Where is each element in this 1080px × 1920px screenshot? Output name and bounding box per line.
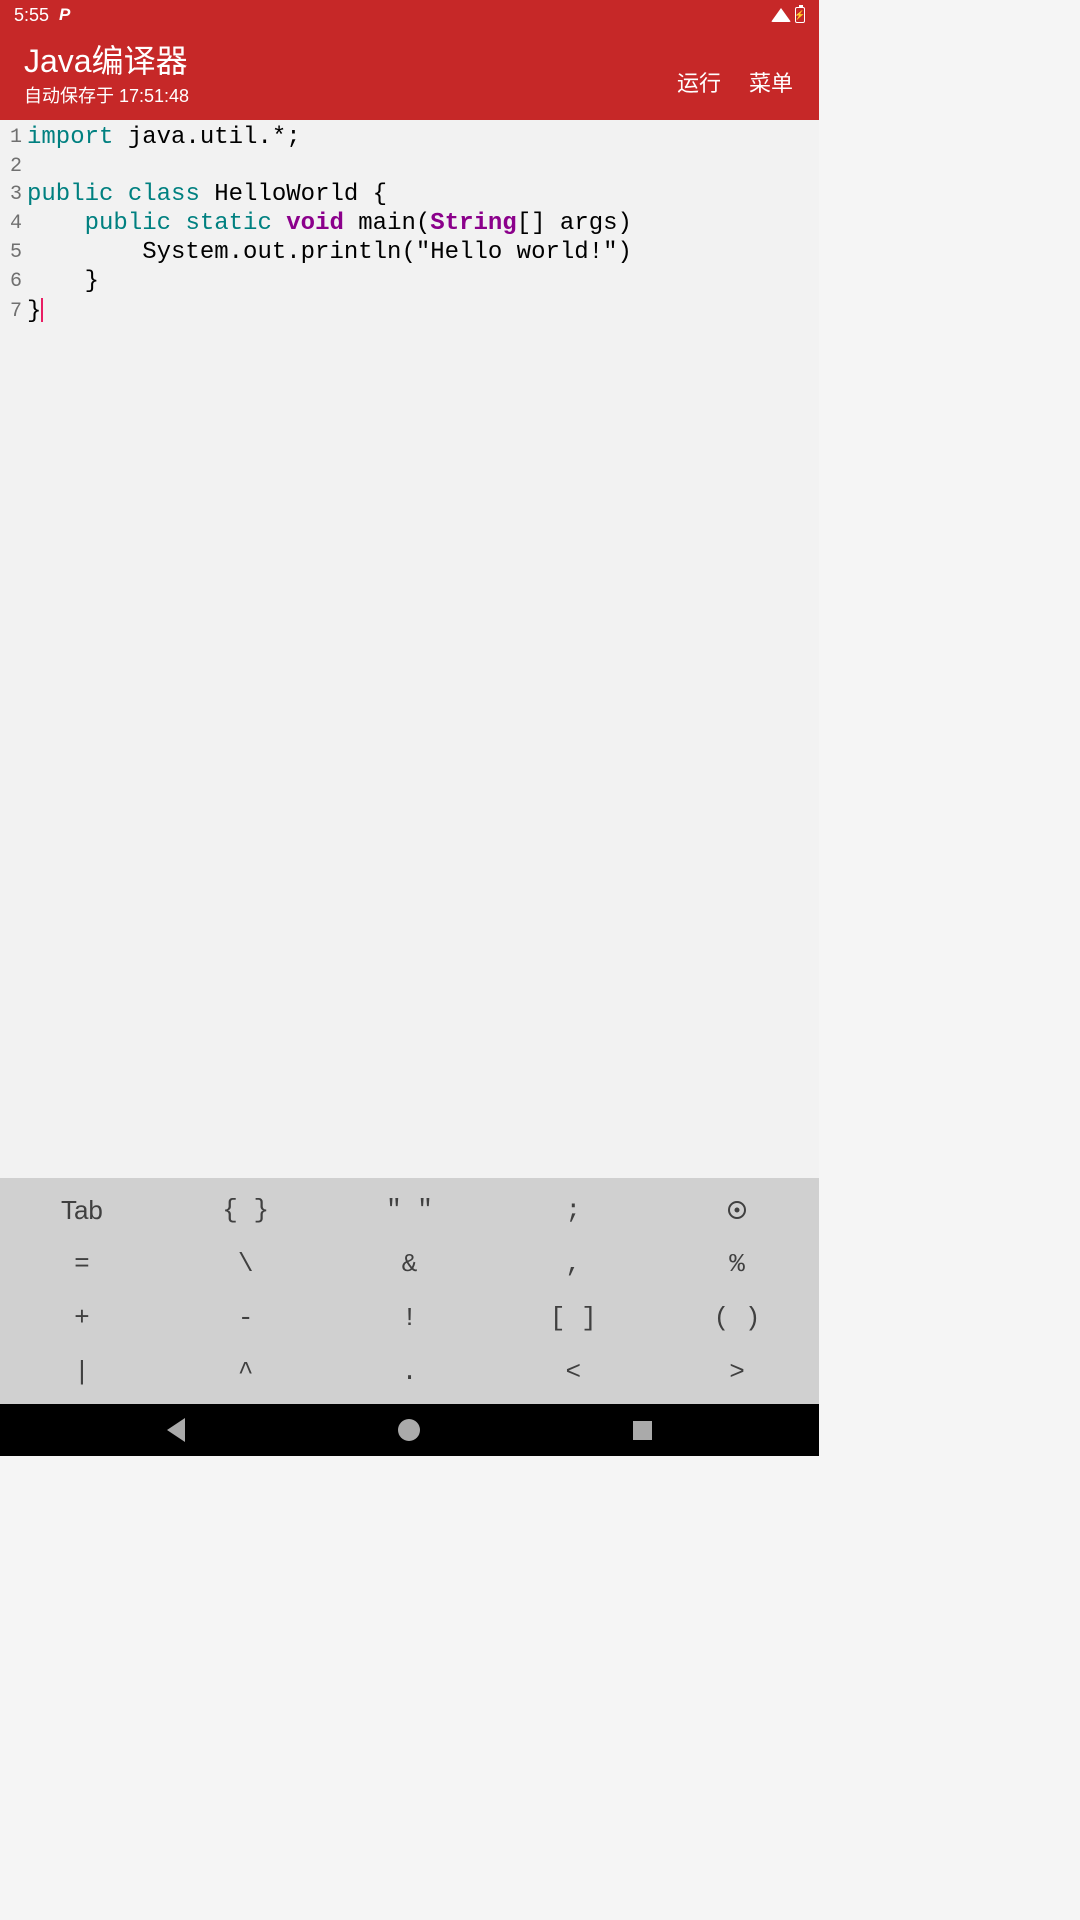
line-content[interactable]: } bbox=[22, 297, 43, 326]
nav-back-button[interactable] bbox=[167, 1418, 185, 1442]
line-content[interactable]: System.out.println("Hello world!") bbox=[22, 238, 632, 267]
line-number: 7 bbox=[0, 297, 22, 326]
symbol-row: |^.<> bbox=[0, 1345, 819, 1399]
line-number: 6 bbox=[0, 267, 22, 296]
app-title: Java编译器 bbox=[24, 42, 189, 80]
symbol-key[interactable]: | bbox=[0, 1345, 164, 1399]
line-number: 1 bbox=[0, 123, 22, 152]
target-icon bbox=[728, 1201, 746, 1219]
code-line[interactable]: 7} bbox=[0, 297, 819, 326]
android-nav-bar bbox=[0, 1404, 819, 1456]
status-right: ⚡ bbox=[771, 7, 805, 23]
code-line[interactable]: 1import java.util.*; bbox=[0, 123, 819, 152]
symbol-key[interactable]: \ bbox=[164, 1237, 328, 1291]
symbol-key-target[interactable] bbox=[655, 1183, 819, 1237]
symbol-key[interactable]: . bbox=[328, 1345, 492, 1399]
symbol-key[interactable]: > bbox=[655, 1345, 819, 1399]
status-time: 5:55 bbox=[14, 5, 49, 26]
symbol-row: +-![ ]( ) bbox=[0, 1291, 819, 1345]
symbol-key[interactable]: { } bbox=[164, 1183, 328, 1237]
symbol-key[interactable]: [ ] bbox=[491, 1291, 655, 1345]
symbol-key[interactable]: < bbox=[491, 1345, 655, 1399]
symbol-key[interactable]: + bbox=[0, 1291, 164, 1345]
nav-home-button[interactable] bbox=[398, 1419, 420, 1441]
code-line[interactable]: 3public class HelloWorld { bbox=[0, 180, 819, 209]
code-editor[interactable]: 1import java.util.*;23public class Hello… bbox=[0, 120, 819, 1178]
symbol-key[interactable]: ! bbox=[328, 1291, 492, 1345]
symbol-key[interactable]: " " bbox=[328, 1183, 492, 1237]
line-number: 4 bbox=[0, 209, 22, 238]
status-left: 5:55 P bbox=[14, 5, 70, 26]
symbol-row: =\&,% bbox=[0, 1237, 819, 1291]
symbol-key[interactable]: ; bbox=[491, 1183, 655, 1237]
app-bar: Java编译器 自动保存于 17:51:48 运行 菜单 bbox=[0, 30, 819, 120]
app-bar-left: Java编译器 自动保存于 17:51:48 bbox=[24, 42, 189, 108]
menu-button[interactable]: 菜单 bbox=[749, 52, 793, 98]
line-content[interactable]: } bbox=[22, 267, 99, 296]
symbol-key[interactable]: ( ) bbox=[655, 1291, 819, 1345]
symbol-key[interactable]: , bbox=[491, 1237, 655, 1291]
code-line[interactable]: 6 } bbox=[0, 267, 819, 296]
app-bar-actions: 运行 菜单 bbox=[677, 52, 803, 98]
nav-recent-button[interactable] bbox=[633, 1421, 652, 1440]
line-content[interactable]: import java.util.*; bbox=[22, 123, 301, 152]
symbol-key[interactable]: & bbox=[328, 1237, 492, 1291]
text-cursor bbox=[41, 298, 43, 322]
autosave-label: 自动保存于 17:51:48 bbox=[24, 82, 189, 108]
battery-icon: ⚡ bbox=[795, 7, 805, 23]
symbol-key[interactable]: ^ bbox=[164, 1345, 328, 1399]
symbol-toolbar: Tab{ }" ";=\&,%+-![ ]( )|^.<> bbox=[0, 1178, 819, 1404]
symbol-key[interactable]: = bbox=[0, 1237, 164, 1291]
run-button[interactable]: 运行 bbox=[677, 52, 721, 98]
line-content[interactable] bbox=[22, 152, 27, 179]
code-line[interactable]: 2 bbox=[0, 152, 819, 179]
line-number: 2 bbox=[0, 152, 22, 179]
line-content[interactable]: public static void main(String[] args) bbox=[22, 209, 632, 238]
line-number: 3 bbox=[0, 180, 22, 209]
symbol-key[interactable]: % bbox=[655, 1237, 819, 1291]
status-bar: 5:55 P ⚡ bbox=[0, 0, 819, 30]
line-number: 5 bbox=[0, 238, 22, 267]
line-content[interactable]: public class HelloWorld { bbox=[22, 180, 387, 209]
symbol-key-tab[interactable]: Tab bbox=[0, 1183, 164, 1237]
status-app-indicator: P bbox=[59, 5, 70, 25]
symbol-key[interactable]: - bbox=[164, 1291, 328, 1345]
symbol-row: Tab{ }" "; bbox=[0, 1183, 819, 1237]
code-line[interactable]: 5 System.out.println("Hello world!") bbox=[0, 238, 819, 267]
wifi-icon bbox=[771, 8, 791, 22]
code-line[interactable]: 4 public static void main(String[] args) bbox=[0, 209, 819, 238]
